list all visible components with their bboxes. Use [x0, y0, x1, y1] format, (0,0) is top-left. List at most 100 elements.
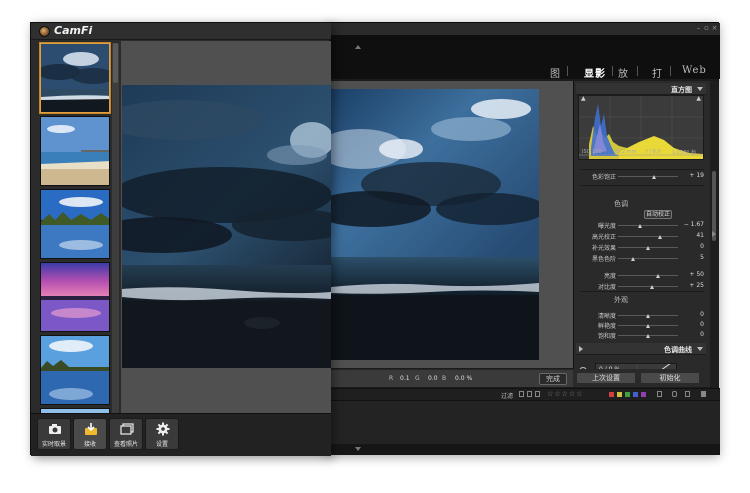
flag-icon[interactable] — [535, 391, 540, 397]
red-label-filter[interactable] — [609, 392, 614, 397]
r-label: R — [389, 375, 394, 382]
slider-label: 亮度 — [603, 273, 616, 280]
slider-track[interactable] — [618, 258, 678, 259]
filmstrip[interactable] — [327, 400, 720, 444]
vibrance-label: 色彩饱正 — [591, 174, 616, 181]
slider-knob[interactable] — [638, 224, 643, 228]
panel-divider — [580, 169, 704, 170]
close-icon[interactable]: × — [711, 24, 718, 32]
thumbnail-strip — [37, 41, 111, 413]
slider-track[interactable] — [618, 275, 678, 276]
g-value: 0.0 — [428, 375, 438, 382]
highlight-clip-icon[interactable]: ▲ — [696, 95, 701, 102]
panel-divider — [580, 291, 704, 292]
thumbnail-storm-seascape[interactable] — [40, 43, 110, 113]
slider-track[interactable] — [618, 286, 678, 287]
thumbnail-scrollbar-thumb[interactable] — [113, 43, 118, 83]
receive-button[interactable]: 接收 — [73, 418, 107, 450]
slider-value: − 1.67 — [683, 221, 704, 228]
yellow-label-filter[interactable] — [617, 392, 622, 397]
lightroom-window: – ▫ × 图 显影 放 打 Web R 0.1 G 0.0 B 0.0 % 完… — [326, 22, 720, 455]
slider-label: 饱和度 — [597, 333, 616, 340]
slider-value: 0 — [700, 243, 704, 250]
live-view-label: 实时取景 — [41, 441, 66, 448]
slider-knob[interactable] — [650, 285, 655, 289]
shadow-clip-icon[interactable]: ▲ — [581, 95, 586, 102]
chevron-right-icon — [579, 346, 583, 352]
slider-label: 鲜艳度 — [597, 323, 616, 330]
histogram-focal: 29.2 mm — [614, 149, 637, 155]
slider-knob[interactable] — [657, 235, 662, 239]
slider-track[interactable] — [618, 236, 678, 237]
purple-label-filter[interactable] — [641, 392, 646, 397]
slider-value: 5 — [700, 254, 704, 261]
slider-label: 清晰度 — [597, 313, 616, 320]
r-value: 0.1 — [400, 375, 410, 382]
done-button[interactable]: 完成 — [539, 373, 567, 385]
module-separator — [612, 66, 613, 76]
vibrance-knob[interactable] — [651, 175, 656, 179]
slider-knob[interactable] — [645, 324, 650, 328]
download-icon — [85, 423, 97, 435]
module-print[interactable]: 打 — [652, 65, 663, 80]
module-slideshow[interactable]: 放 — [618, 65, 629, 80]
photos-icon — [120, 423, 134, 435]
settings-label: 设置 — [155, 441, 168, 448]
slider-track[interactable] — [618, 225, 678, 226]
blue-label-filter[interactable] — [633, 392, 638, 397]
auto-tone-button[interactable]: 自动校正 — [644, 210, 672, 219]
thumbnail-lake-trees[interactable] — [40, 189, 110, 259]
filmstrip-toggle-icon[interactable] — [701, 391, 706, 397]
slider-value: 0 — [700, 311, 704, 318]
thumbnail-beach-pier[interactable] — [40, 116, 110, 186]
module-separator — [637, 66, 638, 76]
lightroom-bottom-edge — [327, 444, 720, 455]
collapse-top-icon[interactable] — [355, 45, 361, 49]
slider-knob[interactable] — [645, 246, 650, 250]
collapse-bottom-icon[interactable] — [355, 447, 361, 451]
flag-icon[interactable] — [527, 391, 532, 397]
thumbnail-lake-reflection[interactable] — [40, 335, 110, 405]
slider-knob[interactable] — [630, 257, 635, 261]
view-photos-label: 查看照片 — [113, 441, 138, 448]
module-develop[interactable]: 显影 — [584, 65, 606, 80]
view-photos-button[interactable]: 查看照片 — [109, 418, 143, 450]
module-library[interactable]: 图 — [550, 65, 561, 80]
vibrance-slider[interactable] — [618, 176, 678, 177]
histogram-header[interactable]: 直方图 — [576, 83, 706, 95]
filter-toggle-icon[interactable] — [685, 391, 690, 397]
slider-label: 补光效果 — [591, 245, 616, 252]
slider-value: + 25 — [689, 282, 704, 289]
filter-menu-icon[interactable] — [657, 391, 662, 397]
live-view-button[interactable]: 实时取景 — [37, 418, 71, 450]
reset-button[interactable]: 初始化 — [640, 372, 700, 384]
green-label-filter[interactable] — [625, 392, 630, 397]
collapse-right-icon[interactable] — [712, 231, 716, 237]
receive-label: 接收 — [83, 441, 96, 448]
settings-button[interactable]: 设置 — [145, 418, 179, 450]
slider-knob[interactable] — [645, 334, 650, 338]
module-web[interactable]: Web — [682, 65, 707, 76]
star-rating-filter[interactable]: ☆☆☆☆☆ — [547, 390, 583, 398]
b-value: 0.0 % — [455, 375, 473, 382]
tone-curve-header[interactable]: 色调曲线 — [576, 343, 706, 355]
slider-knob[interactable] — [656, 274, 661, 278]
slider-label: 对比度 — [597, 284, 616, 291]
slider-knob[interactable] — [645, 314, 650, 318]
camfi-window: CamFi 实时取景 接收 查看照片 设置 — [30, 22, 331, 456]
develop-photo[interactable] — [331, 89, 539, 360]
previous-settings-button[interactable]: 上次设置 — [576, 372, 636, 384]
g-label: G — [415, 375, 420, 382]
minimize-icon[interactable]: – — [695, 24, 702, 32]
slider-label: 黑色色阶 — [591, 256, 616, 263]
restore-icon[interactable]: ▫ — [703, 24, 710, 32]
flag-icon[interactable] — [519, 391, 524, 397]
slider-value: 41 — [696, 232, 704, 239]
preview-photo[interactable] — [122, 85, 331, 368]
thumbnail-scrollbar[interactable] — [112, 43, 119, 413]
vibrance-value: + 19 — [689, 172, 704, 179]
camfi-logo-icon — [39, 26, 50, 37]
histogram-title: 直方图 — [671, 86, 692, 94]
thumbnail-purple-sunset[interactable] — [40, 262, 110, 332]
filter-lock-icon[interactable] — [672, 391, 677, 397]
